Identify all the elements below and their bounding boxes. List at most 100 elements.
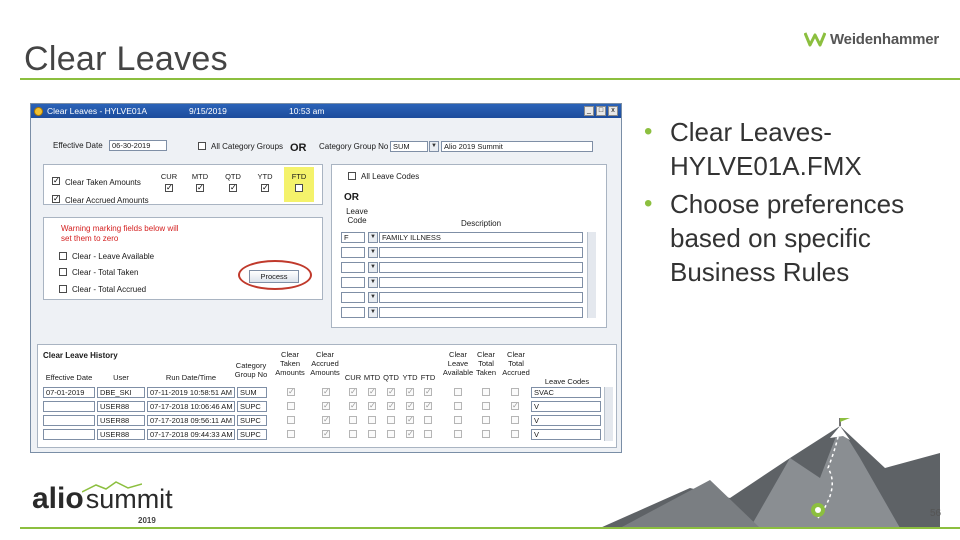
history-leave-codes[interactable]: V bbox=[531, 401, 601, 412]
history-category[interactable]: SUPC bbox=[237, 429, 267, 440]
history-clear-taken-check bbox=[287, 402, 295, 410]
effective-date-input[interactable]: 06-30-2019 bbox=[109, 140, 167, 151]
history-run-date[interactable]: 07-17-2018 09:44:33 AM bbox=[147, 429, 235, 440]
history-category[interactable]: SUM bbox=[237, 387, 267, 398]
leave-code-input[interactable]: F bbox=[341, 232, 365, 243]
leave-code-desc bbox=[379, 277, 583, 288]
history-cur-check: ✓ bbox=[349, 387, 357, 396]
history-run-date[interactable]: 07-11-2019 10:58:51 AM bbox=[147, 387, 235, 398]
history-leave-codes[interactable]: V bbox=[531, 429, 601, 440]
history-effective-date[interactable] bbox=[43, 429, 95, 440]
leave-code-desc bbox=[379, 292, 583, 303]
history-category[interactable]: SUPC bbox=[237, 401, 267, 412]
history-qtd-check bbox=[387, 416, 395, 424]
history-clear-total-accrued-check bbox=[511, 388, 519, 396]
close-button[interactable]: x bbox=[608, 106, 618, 116]
leave-code-dropdown-icon[interactable]: ▼ bbox=[368, 277, 378, 288]
history-clear-leave-avail-check bbox=[454, 430, 462, 438]
category-group-label: Category Group No bbox=[319, 142, 389, 151]
logo-year: 2019 bbox=[138, 516, 156, 525]
history-clear-leave-avail-check bbox=[454, 388, 462, 396]
history-ytd-check: ✓ bbox=[406, 429, 414, 438]
history-ytd-check: ✓ bbox=[406, 401, 414, 410]
leave-code-dropdown-icon[interactable]: ▼ bbox=[368, 232, 378, 243]
brand-logo: Weidenhammer bbox=[804, 30, 939, 48]
ftd-checkbox[interactable] bbox=[295, 184, 303, 192]
leave-code-dropdown-icon[interactable]: ▼ bbox=[368, 307, 378, 318]
effective-date-label: Effective Date bbox=[53, 141, 103, 150]
minimize-button[interactable]: _ bbox=[584, 106, 594, 116]
history-clear-total-taken-check bbox=[482, 416, 490, 424]
clear-accrued-checkbox[interactable]: ✓ bbox=[52, 195, 60, 203]
history-leave-codes[interactable]: V bbox=[531, 415, 601, 426]
clear-leaves-form-screenshot: Clear Leaves - HYLVE01A 9/15/2019 10:53 … bbox=[30, 103, 622, 453]
leave-code-input[interactable] bbox=[341, 277, 365, 288]
clear-taken-checkbox[interactable]: ✓ bbox=[52, 177, 60, 185]
col-effective-date: Effective Date bbox=[45, 373, 93, 382]
window-time: 10:53 am bbox=[289, 106, 325, 116]
history-user[interactable]: USER88 bbox=[97, 429, 145, 440]
bullet-list: • Clear Leaves-HYLVE01A.FMX • Choose prefe… bbox=[642, 115, 954, 293]
history-clear-accrued-check: ✓ bbox=[322, 387, 330, 396]
cur-checkbox[interactable]: ✓ bbox=[165, 184, 173, 192]
bullet-item: • Choose preferences based on specific Bu… bbox=[642, 187, 954, 289]
history-effective-date[interactable]: 07-01-2019 bbox=[43, 387, 95, 398]
leave-code-dropdown-icon[interactable]: ▼ bbox=[368, 292, 378, 303]
cur-header: CUR bbox=[160, 172, 178, 181]
col-cur: CUR bbox=[344, 373, 362, 382]
history-ftd-check bbox=[424, 430, 432, 438]
clear-taken-label: Clear Taken Amounts bbox=[65, 178, 141, 187]
app-icon bbox=[34, 106, 43, 116]
leave-code-dropdown-icon[interactable]: ▼ bbox=[368, 262, 378, 273]
leave-codes-scrollbar[interactable] bbox=[587, 232, 596, 318]
category-group-desc: Alio 2019 Summit bbox=[441, 141, 593, 152]
history-clear-total-accrued-check: ✓ bbox=[511, 401, 519, 410]
category-group-dropdown-icon[interactable]: ▼ bbox=[429, 141, 439, 152]
leave-code-input[interactable] bbox=[341, 262, 365, 273]
clear-total-taken-label: Clear - Total Taken bbox=[72, 268, 139, 277]
history-qtd-check: ✓ bbox=[387, 387, 395, 396]
history-effective-date[interactable] bbox=[43, 401, 95, 412]
mountain-illustration-icon bbox=[600, 418, 940, 528]
clear-total-accrued-checkbox[interactable] bbox=[59, 285, 67, 293]
leave-code-input[interactable] bbox=[341, 307, 365, 318]
bullet-dot-icon: • bbox=[644, 190, 653, 217]
history-clear-accrued-check: ✓ bbox=[322, 401, 330, 410]
all-leave-codes-checkbox[interactable] bbox=[348, 172, 356, 180]
brand-name: Weidenhammer bbox=[830, 30, 940, 48]
slide-number: 56 bbox=[930, 508, 942, 519]
clear-leave-available-label: Clear - Leave Available bbox=[72, 252, 155, 261]
history-user[interactable]: USER88 bbox=[97, 415, 145, 426]
history-run-date[interactable]: 07-17-2018 09:56:11 AM bbox=[147, 415, 235, 426]
qtd-header: QTD bbox=[225, 172, 241, 181]
qtd-checkbox[interactable]: ✓ bbox=[229, 184, 237, 192]
clear-total-taken-checkbox[interactable] bbox=[59, 268, 67, 276]
logo-alio: alio bbox=[32, 482, 84, 515]
leave-code-dropdown-icon[interactable]: ▼ bbox=[368, 247, 378, 258]
history-user[interactable]: DBE_SKI bbox=[97, 387, 145, 398]
history-leave-codes[interactable]: SVAC bbox=[531, 387, 601, 398]
maximize-button[interactable]: □ bbox=[596, 106, 606, 116]
history-cur-check bbox=[349, 416, 357, 424]
col-run-date: Run Date/Time bbox=[165, 373, 217, 382]
col-clear-total-accrued: Clear Total Accrued bbox=[502, 350, 530, 377]
col-category: Category Group No bbox=[234, 361, 268, 379]
history-title: Clear Leave History bbox=[43, 351, 118, 360]
clear-leave-available-checkbox[interactable] bbox=[59, 252, 67, 260]
leave-code-input[interactable] bbox=[341, 247, 365, 258]
history-effective-date[interactable] bbox=[43, 415, 95, 426]
history-run-date[interactable]: 07-17-2018 10:06:46 AM bbox=[147, 401, 235, 412]
history-user[interactable]: USER88 bbox=[97, 401, 145, 412]
mtd-checkbox[interactable]: ✓ bbox=[196, 184, 204, 192]
category-group-input[interactable]: SUM bbox=[390, 141, 428, 152]
bullet-text: Clear Leaves-HYLVE01A.FMX bbox=[670, 117, 862, 181]
ytd-checkbox[interactable]: ✓ bbox=[261, 184, 269, 192]
history-clear-taken-check bbox=[287, 416, 295, 424]
history-category[interactable]: SUPC bbox=[237, 415, 267, 426]
leave-code-desc bbox=[379, 247, 583, 258]
all-category-groups-checkbox[interactable] bbox=[198, 142, 206, 150]
leave-code-input[interactable] bbox=[341, 292, 365, 303]
history-qtd-check bbox=[387, 430, 395, 438]
history-ftd-check bbox=[424, 416, 432, 424]
leave-codes-panel bbox=[331, 164, 607, 328]
